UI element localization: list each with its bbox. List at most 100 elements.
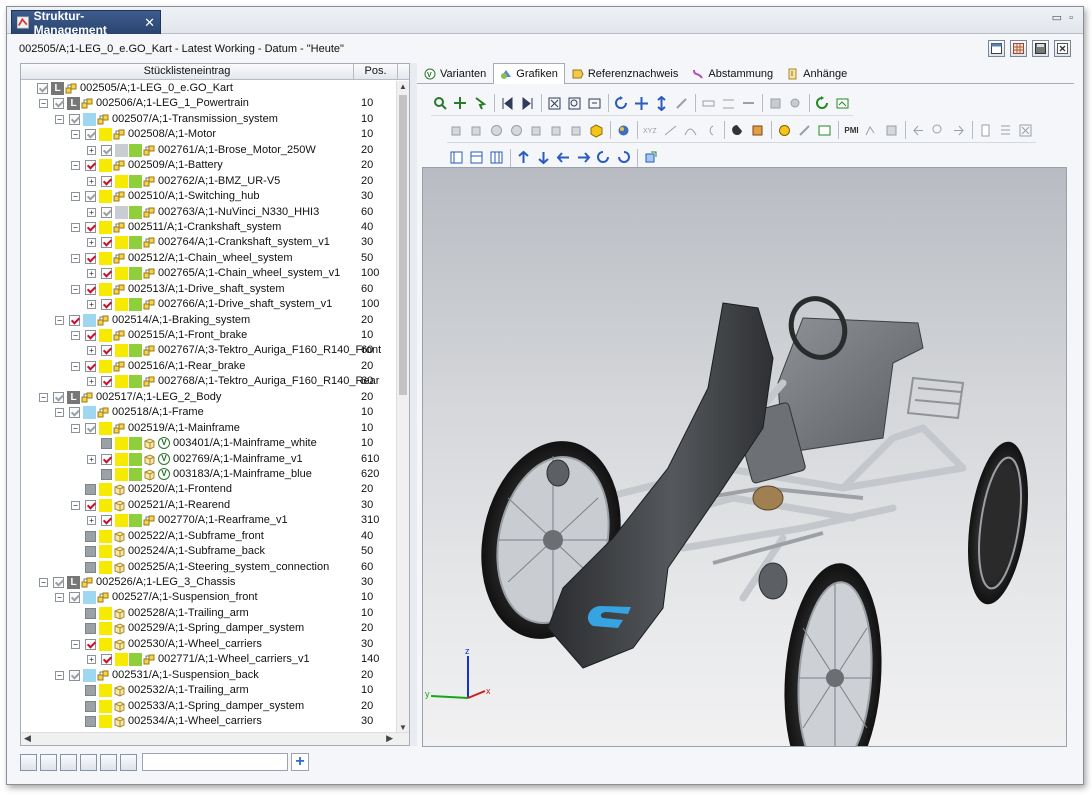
explode-button[interactable] [786,94,805,113]
row-checkbox[interactable] [85,561,96,573]
table-row[interactable]: +002766/A;1-Drive_shaft_system_v1 100 [21,297,397,312]
row-checkbox[interactable] [85,530,96,542]
shading-button[interactable] [614,121,633,140]
vertical-scrollbar[interactable]: ▲ ▼ [396,81,409,733]
rotate-button[interactable] [612,94,631,113]
row-checkbox[interactable] [101,268,112,280]
row-checkbox[interactable] [69,592,80,604]
table-row[interactable]: − 002530/A;1-Wheel_carriers 30 [21,637,397,652]
table-row[interactable]: − 002510/A;1-Switching_hub 30 [21,189,397,204]
arrow-up-button[interactable] [514,148,533,167]
collapse-icon[interactable]: − [55,593,64,603]
view-frame-button[interactable] [585,94,604,113]
pan-button[interactable] [451,94,470,113]
vertical-move-button[interactable] [652,94,671,113]
collapse-icon[interactable]: − [55,408,64,418]
collapse-icon[interactable]: − [71,500,80,510]
row-checkbox[interactable] [101,175,112,187]
tab-abstammung[interactable]: Abstammung [685,64,780,83]
table-row[interactable]: +002763/A;1-NuVinci_N330_HHI3 60 [21,205,397,220]
column-header-pos[interactable]: Pos. [354,64,398,79]
row-checkbox[interactable] [85,283,96,295]
row-checkbox[interactable] [85,484,96,496]
table-row[interactable]: + V 002769/A;1-Mainframe_v1 610 [21,452,397,467]
row-checkbox[interactable] [85,160,96,172]
forward-button[interactable] [949,121,968,140]
table-row[interactable]: 002534/A;1-Wheel_carriers 30 [21,714,397,729]
row-checkbox[interactable] [53,98,64,110]
table-row[interactable]: +002765/A;1-Chain_wheel_system_v1 100 [21,266,397,281]
arc-button[interactable] [701,121,720,140]
zoom-button[interactable] [431,94,450,113]
line-button[interactable] [661,121,680,140]
table-row[interactable]: V 003183/A;1-Mainframe_blue 620 [21,467,397,482]
back-button[interactable] [909,121,928,140]
dimension-button[interactable] [719,94,738,113]
paint-button[interactable] [795,121,814,140]
table-row[interactable]: − 002513/A;1-Drive_shaft_system 60 [21,282,397,297]
expand-icon[interactable]: + [87,300,96,310]
collapse-icon[interactable]: − [71,130,80,140]
table-row[interactable]: +002764/A;1-Crankshaft_system_v1 30 [21,235,397,250]
table-row[interactable]: 002532/A;1-Trailing_arm 10 [21,683,397,698]
row-checkbox[interactable] [101,654,112,666]
distance-button[interactable] [739,94,758,113]
cube-view-2-button[interactable] [467,121,486,140]
close-view-button[interactable] [1054,40,1071,57]
solid-cube-button[interactable] [587,121,606,140]
table-row[interactable]: 002528/A;1-Trailing_arm 10 [21,606,397,621]
cube-view-1-button[interactable] [447,121,466,140]
tab-varianten[interactable]: V Varianten [417,64,493,83]
row-checkbox[interactable] [101,468,112,480]
row-checkbox[interactable] [85,191,96,203]
collapse-icon[interactable]: − [71,361,80,371]
add-button[interactable]: + [291,753,309,771]
screenshot-button[interactable] [815,121,834,140]
annotation-button[interactable] [862,121,881,140]
doc-button[interactable] [976,121,995,140]
row-checkbox[interactable] [69,314,80,326]
search-input[interactable] [142,753,288,771]
expand-icon[interactable]: + [87,454,96,464]
layout-1-button[interactable] [447,148,466,167]
window-view-button[interactable] [988,40,1005,57]
image-button[interactable] [833,94,852,113]
table-row[interactable]: +002771/A;1-Wheel_carriers_v1 140 [21,652,397,667]
expand-icon[interactable]: + [87,655,96,665]
row-checkbox[interactable] [69,669,80,681]
table-row[interactable]: − 002516/A;1-Rear_brake 20 [21,359,397,374]
window-controls[interactable]: ▭ ▫ [1052,11,1075,24]
table-row[interactable]: − 002527/A;1-Suspension_front 10 [21,590,397,605]
zoom-prev-button[interactable] [929,121,948,140]
table-row[interactable]: +002762/A;1-BMZ_UR-V5 20 [21,174,397,189]
expand-icon[interactable]: + [87,516,96,526]
tab-grafiken[interactable]: Grafiken [493,63,565,84]
row-checkbox[interactable] [101,438,112,450]
rotate-ccw-button[interactable] [614,148,633,167]
expand-icon[interactable]: + [87,238,96,248]
row-checkbox[interactable] [85,546,96,558]
new-entry-button[interactable] [20,753,37,771]
material-button[interactable] [748,121,767,140]
table-row[interactable]: − L 002526/A;1-LEG_3_Chassis 30 [21,575,397,590]
table-row[interactable]: − 002509/A;1-Battery 20 [21,158,397,173]
table-row[interactable]: 002524/A;1-Subframe_back 50 [21,544,397,559]
scroll-thumb[interactable] [399,95,407,395]
close-tab-icon[interactable]: ✕ [144,15,155,31]
expand-icon[interactable]: + [87,207,96,217]
pmi-button[interactable]: PMI [842,121,861,140]
spin-button[interactable] [672,94,691,113]
collapse-icon[interactable]: − [71,423,80,433]
arrow-left-button[interactable] [554,148,573,167]
row-checkbox[interactable] [85,221,96,233]
row-checkbox[interactable] [85,330,96,341]
row-checkbox[interactable] [85,422,96,434]
column-header-entry[interactable]: Stücklisteneintrag [21,64,354,79]
table-row[interactable]: +002761/A;1-Brose_Motor_250W 20 [21,143,397,158]
3d-viewport[interactable]: z y x [422,167,1067,747]
navigate-button[interactable] [40,753,57,771]
filter-button[interactable] [100,753,117,771]
row-checkbox[interactable] [53,391,64,403]
table-row[interactable]: − 002511/A;1-Crankshaft_system 40 [21,220,397,235]
table-row[interactable]: L 002505/A;1-LEG_0_e.GO_Kart [21,81,397,96]
